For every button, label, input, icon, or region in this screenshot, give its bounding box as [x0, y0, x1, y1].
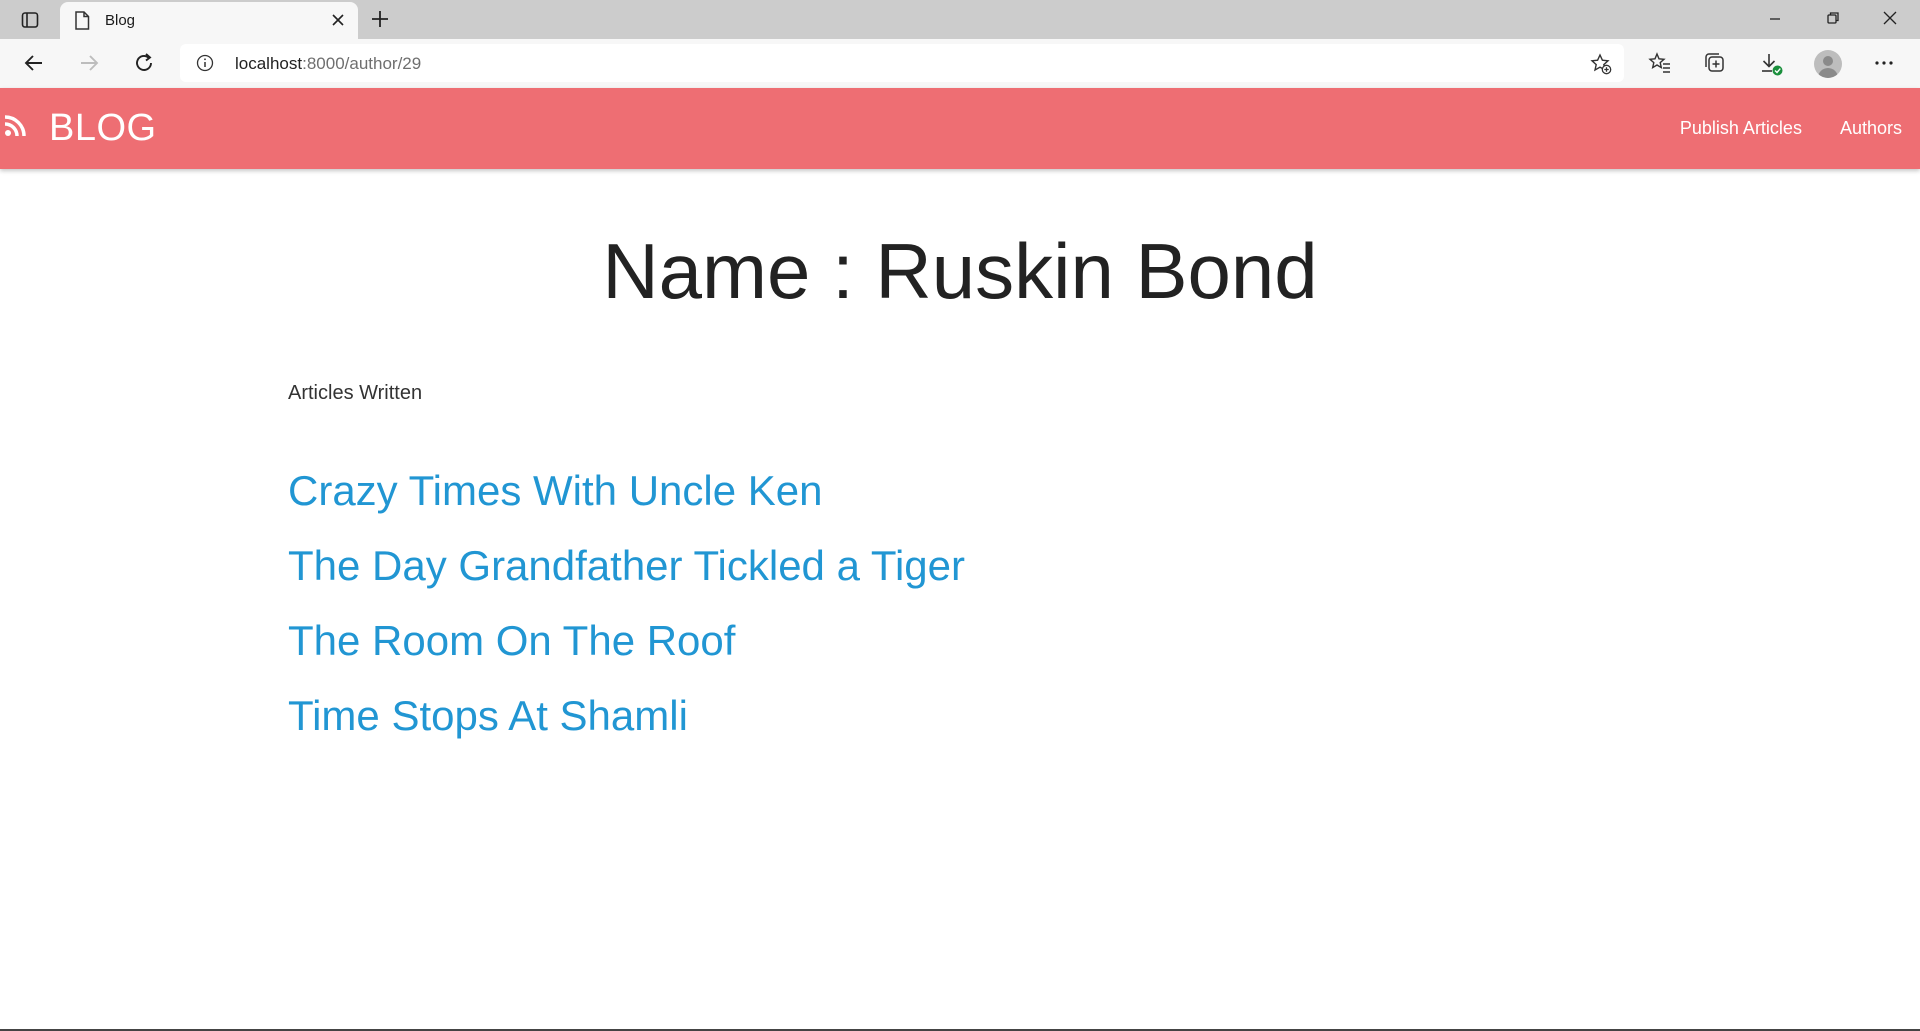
browser-toolbar: localhost:8000/author/29: [0, 39, 1920, 88]
window-close-icon[interactable]: [1880, 8, 1900, 33]
profile-icon[interactable]: [1814, 50, 1842, 78]
list-item: The Room On The Roof: [288, 617, 965, 692]
url-host: localhost: [235, 54, 303, 73]
list-item: Crazy Times With Uncle Ken: [288, 467, 965, 542]
favorites-icon[interactable]: [1648, 51, 1672, 80]
article-link[interactable]: The Day Grandfather Tickled a Tiger: [288, 542, 965, 589]
downloads-icon[interactable]: [1758, 51, 1784, 82]
author-name-heading: Name : Ruskin Bond: [602, 227, 1318, 315]
nav-links: Publish Articles Authors: [1680, 88, 1902, 169]
close-icon[interactable]: [330, 12, 346, 33]
brand-text: BLOG: [49, 107, 157, 149]
articles-written-label: Articles Written: [288, 382, 423, 404]
tab-actions-icon[interactable]: [14, 6, 46, 34]
restore-icon[interactable]: [1823, 8, 1843, 33]
url-path: :8000/author/29: [302, 54, 422, 73]
list-item: The Day Grandfather Tickled a Tiger: [288, 542, 965, 617]
forward-arrow-icon[interactable]: [77, 51, 101, 80]
list-item: Time Stops At Shamli: [288, 692, 965, 767]
plus-icon[interactable]: [368, 7, 392, 36]
favorite-add-icon[interactable]: [1590, 53, 1612, 80]
article-link[interactable]: Crazy Times With Uncle Ken: [288, 467, 822, 514]
back-arrow-icon[interactable]: [22, 51, 46, 80]
rss-icon: [4, 115, 26, 142]
article-list: Crazy Times With Uncle Ken The Day Grand…: [288, 467, 965, 767]
nav-link-publish-articles[interactable]: Publish Articles: [1680, 118, 1802, 139]
article-link[interactable]: Time Stops At Shamli: [288, 692, 688, 739]
minimize-icon[interactable]: [1765, 8, 1785, 33]
more-icon[interactable]: [1872, 51, 1896, 80]
browser-tabstrip: Blog: [0, 0, 1920, 39]
reload-icon[interactable]: [132, 51, 156, 80]
address-bar[interactable]: localhost:8000/author/29: [180, 44, 1624, 82]
article-link[interactable]: The Room On The Roof: [288, 617, 735, 664]
browser-tab[interactable]: Blog: [60, 2, 358, 39]
site-navbar: BLOG Publish Articles Authors: [0, 88, 1920, 169]
info-icon[interactable]: [196, 54, 214, 77]
nav-link-authors[interactable]: Authors: [1840, 118, 1902, 139]
url-text: localhost:8000/author/29: [235, 54, 421, 74]
brand-logo-link[interactable]: BLOG: [0, 88, 157, 169]
page-icon: [74, 11, 90, 35]
collections-icon[interactable]: [1703, 51, 1727, 80]
tab-title: Blog: [105, 12, 136, 29]
